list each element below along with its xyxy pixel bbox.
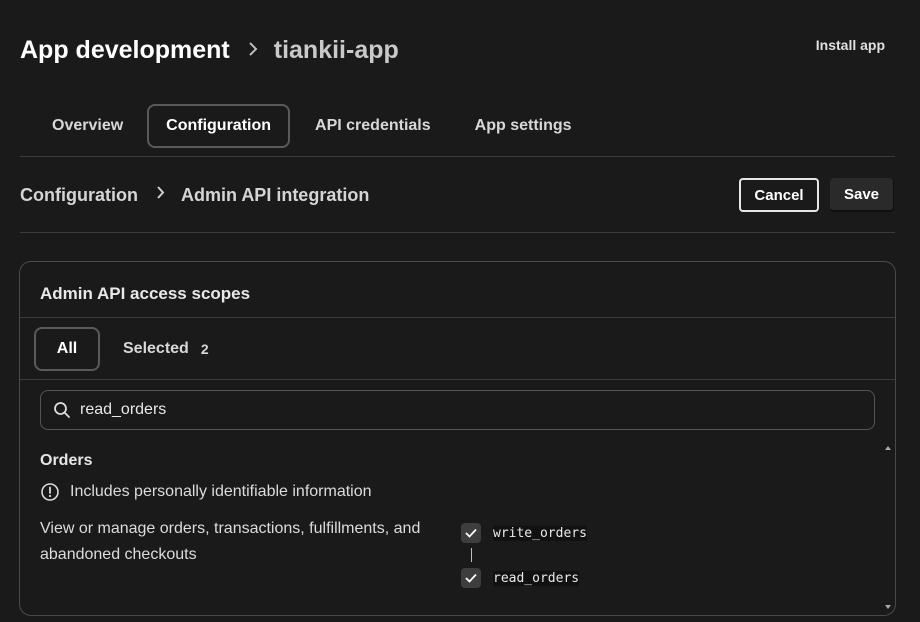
- tab-all[interactable]: All: [34, 326, 100, 371]
- scope-name: read_orders: [493, 570, 580, 586]
- access-scopes-card: Admin API access scopes All Selected 2 O…: [19, 261, 896, 616]
- scope-item-read-orders: read_orders: [461, 567, 587, 589]
- scope-checkbox[interactable]: [461, 568, 481, 588]
- search-field[interactable]: [40, 390, 875, 430]
- search-input[interactable]: [80, 401, 860, 419]
- cancel-button[interactable]: Cancel: [739, 178, 819, 212]
- tab-api-credentials[interactable]: API credentials: [296, 104, 450, 148]
- chevron-right-icon: [248, 39, 258, 62]
- tab-selected-label: Selected: [123, 339, 189, 357]
- scope-connector-line: [471, 548, 472, 562]
- scope-name: write_orders: [493, 525, 587, 541]
- scope-filter-tabs: All Selected 2: [20, 318, 895, 380]
- breadcrumb: Configuration Admin API integration Canc…: [20, 177, 895, 233]
- selected-count-badge: 2: [200, 340, 209, 357]
- page-header: App development tiankii-app: [20, 30, 900, 70]
- breadcrumb-parent[interactable]: Configuration: [20, 177, 138, 213]
- tab-selected[interactable]: Selected 2: [123, 340, 209, 358]
- tab-overview[interactable]: Overview: [32, 104, 143, 148]
- save-button[interactable]: Save: [830, 178, 894, 212]
- install-app-button[interactable]: Install app: [816, 37, 885, 53]
- page-title: App development: [20, 35, 230, 64]
- search-icon: [54, 402, 70, 418]
- section-title-orders: Orders: [40, 452, 93, 469]
- info-circle-icon: [41, 483, 59, 501]
- checkmark-icon: [465, 573, 477, 583]
- tab-app-settings[interactable]: App settings: [456, 104, 591, 148]
- tab-bar: Overview Configuration API credentials A…: [20, 104, 895, 157]
- scope-checkbox[interactable]: [461, 523, 481, 543]
- pii-note: Includes personally identifiable informa…: [40, 482, 372, 502]
- scroll-up-arrow[interactable]: [885, 446, 891, 450]
- checkmark-icon: [465, 528, 477, 538]
- breadcrumb-current: Admin API integration: [180, 185, 370, 205]
- scope-item-write-orders: write_orders: [461, 522, 587, 544]
- pii-note-text: Includes personally identifiable informa…: [70, 483, 372, 500]
- scroll-down-arrow[interactable]: [885, 605, 891, 609]
- tab-configuration[interactable]: Configuration: [147, 104, 291, 148]
- app-name: tiankii-app: [273, 35, 399, 64]
- section-description: View or manage orders, transactions, ful…: [40, 520, 421, 563]
- chevron-right-icon: [156, 177, 165, 213]
- card-title: Admin API access scopes: [20, 262, 895, 318]
- scope-list: write_orders read_orders: [461, 522, 587, 589]
